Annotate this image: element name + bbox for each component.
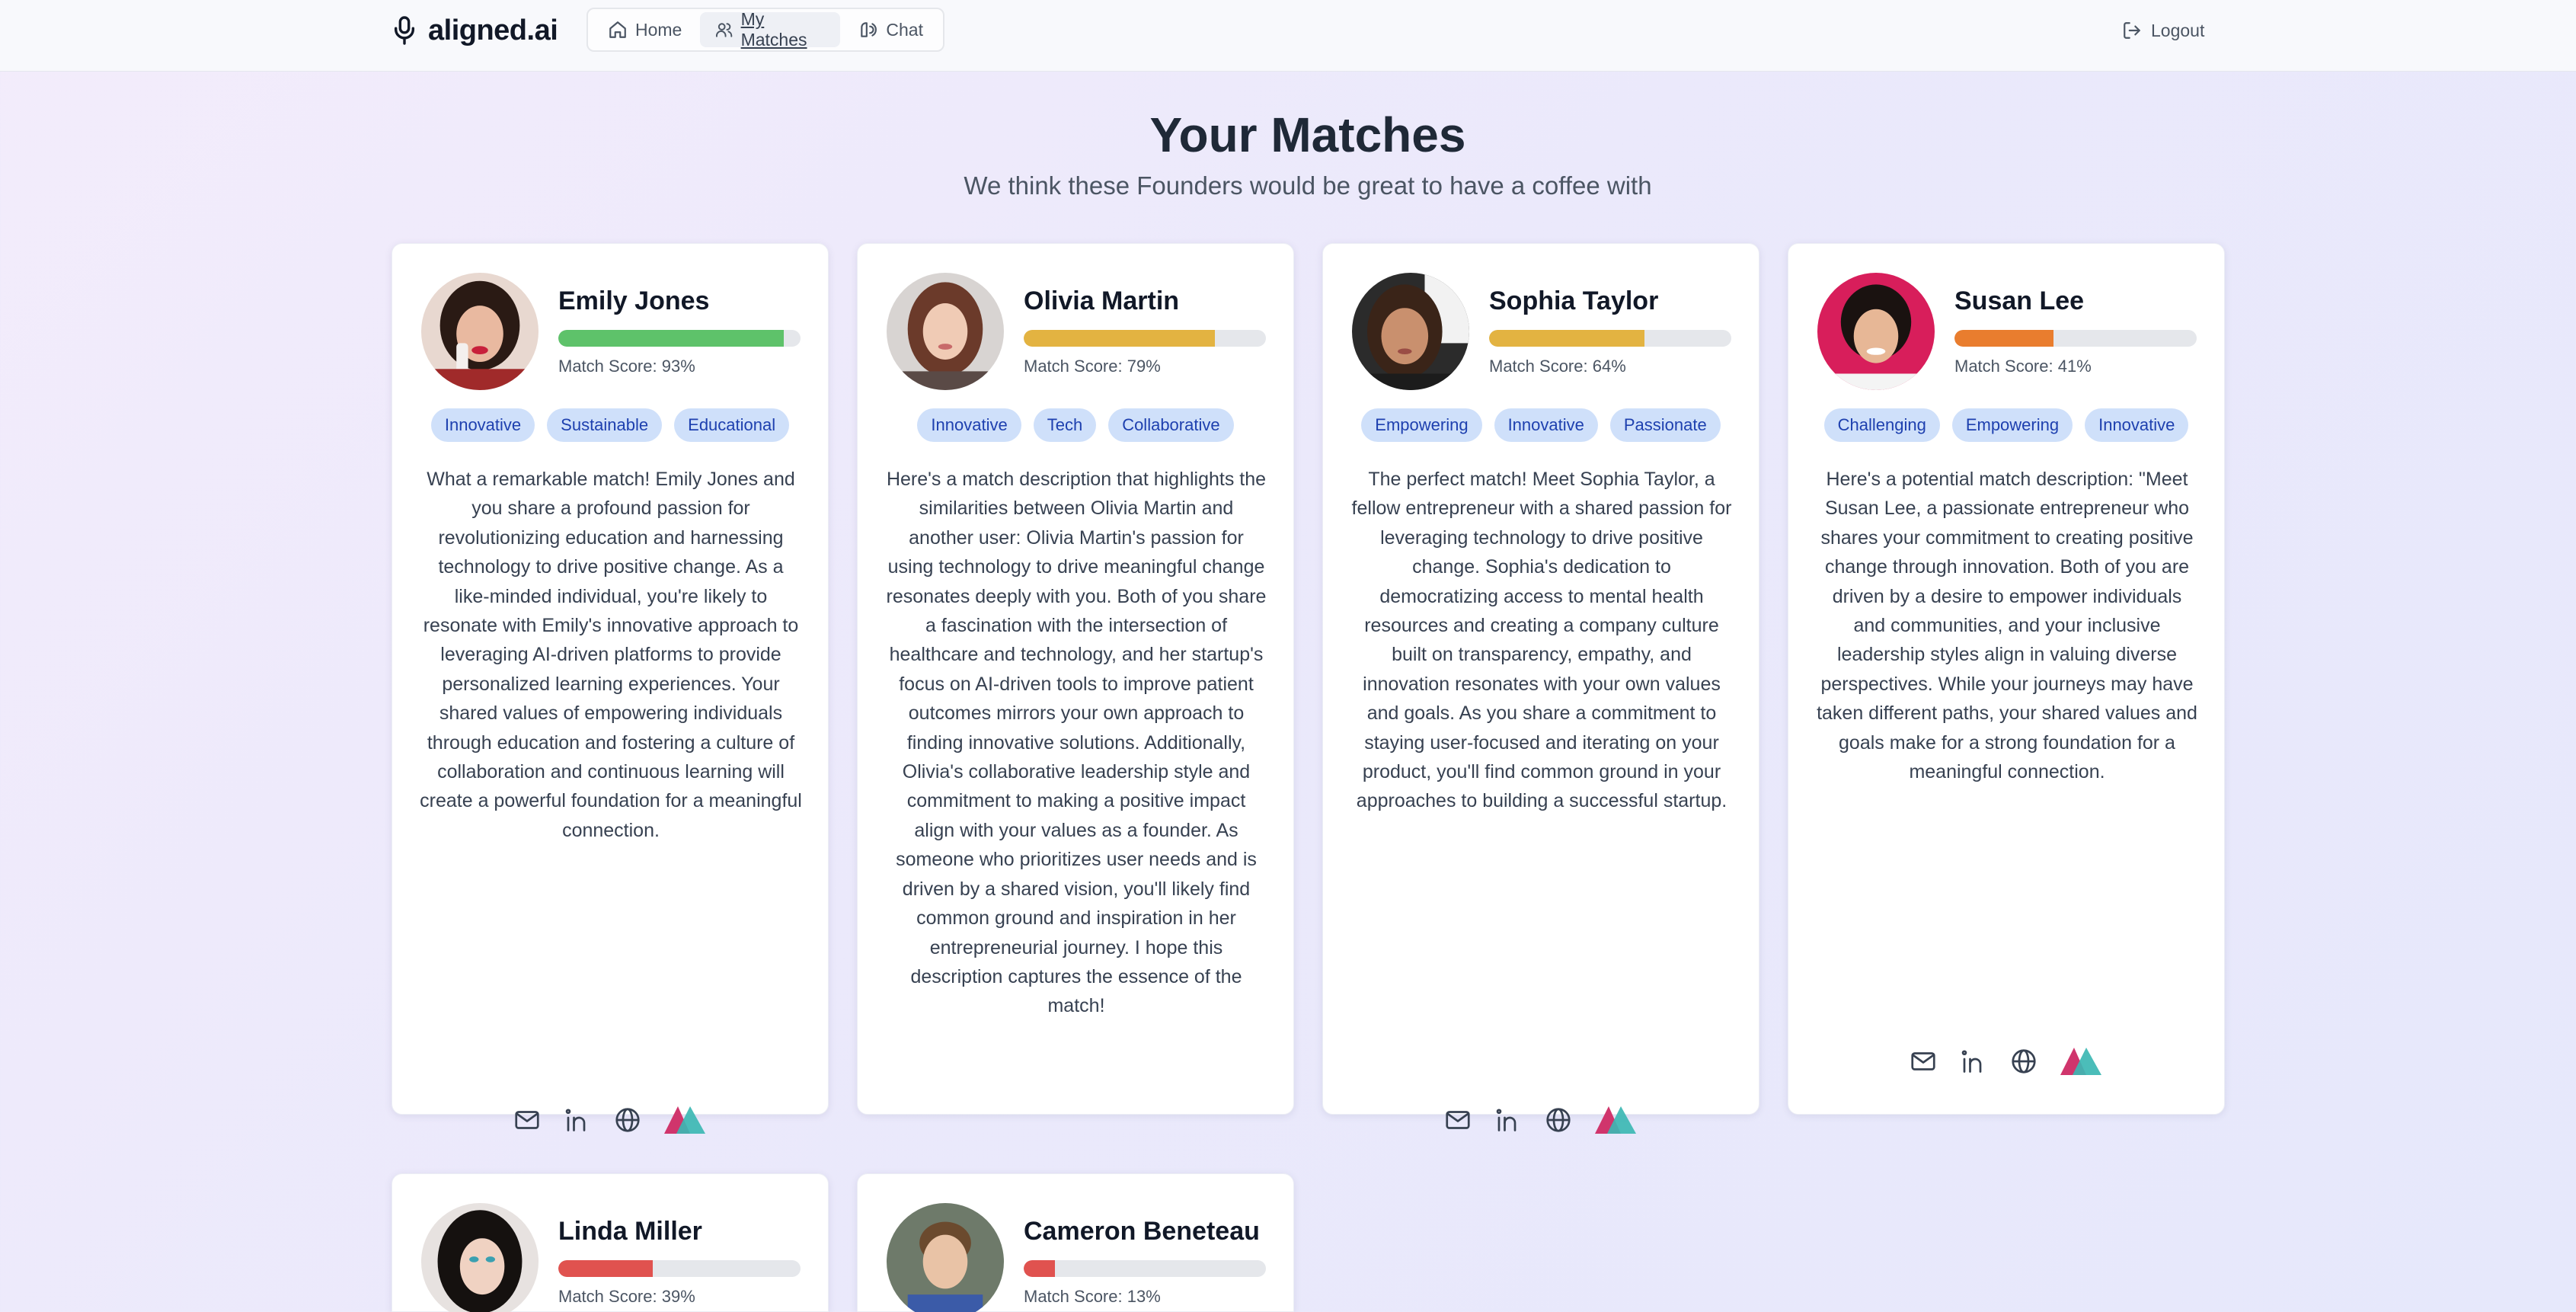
mail-icon[interactable] bbox=[513, 1106, 541, 1134]
match-card: Emily Jones Match Score: 93% Innovative … bbox=[392, 243, 829, 1134]
tag-list: Innovative Sustainable Educational bbox=[392, 408, 828, 442]
aligned-logo-icon[interactable] bbox=[2060, 1046, 2103, 1077]
match-card: Susan Lee Match Score: 41% Challenging E… bbox=[1788, 243, 2225, 1115]
avatar bbox=[421, 1203, 539, 1312]
tag: Empowering bbox=[1361, 408, 1482, 442]
match-score-label: Match Score: 39% bbox=[558, 1287, 695, 1306]
tag-list: Innovative Tech Collaborative bbox=[858, 408, 1293, 442]
top-navbar: aligned.ai Home My Matches Chat Logout bbox=[0, 0, 2576, 72]
tag: Challenging bbox=[1823, 408, 1940, 442]
match-score-label: Match Score: 41% bbox=[1954, 357, 2092, 376]
match-description: Here's a match description that highligh… bbox=[886, 469, 1267, 1017]
page-subtitle: We think these Founders would be great t… bbox=[964, 171, 1652, 200]
tag: Innovative bbox=[430, 408, 535, 442]
avatar bbox=[1817, 273, 1935, 390]
microphone-icon bbox=[394, 16, 415, 45]
tag: Empowering bbox=[1951, 408, 2073, 442]
tag: Passionate bbox=[1609, 408, 1721, 442]
match-name: Cameron Beneteau bbox=[1024, 1217, 1260, 1246]
avatar bbox=[1352, 273, 1469, 390]
avatar bbox=[887, 1203, 1004, 1312]
nav-my-matches[interactable]: My Matches bbox=[700, 9, 841, 50]
page-title: Your Matches bbox=[1149, 107, 1466, 162]
match-score-bar bbox=[558, 1260, 801, 1277]
match-score-label: Match Score: 93% bbox=[558, 357, 695, 376]
mail-icon[interactable] bbox=[1910, 1048, 1937, 1075]
tag-list: Empowering Innovative Passionate bbox=[1323, 408, 1759, 442]
logout-label: Logout bbox=[2151, 20, 2205, 40]
contact-links bbox=[1788, 1046, 2224, 1077]
brand[interactable]: aligned.ai bbox=[392, 12, 558, 49]
match-card: Cameron Beneteau Match Score: 13% bbox=[857, 1173, 1294, 1312]
match-name: Linda Miller bbox=[558, 1217, 702, 1246]
match-score-bar bbox=[1489, 330, 1731, 347]
match-description: Here's a potential match description: "M… bbox=[1817, 469, 2197, 783]
aligned-logo-icon[interactable] bbox=[1595, 1105, 1638, 1135]
match-score-bar-fill bbox=[1489, 330, 1644, 347]
linkedin-icon[interactable] bbox=[1494, 1106, 1522, 1134]
match-score-bar bbox=[1024, 1260, 1266, 1277]
home-icon bbox=[609, 21, 626, 38]
tag: Innovative bbox=[2085, 408, 2189, 442]
match-card: Linda Miller Match Score: 39% bbox=[392, 1173, 829, 1312]
contact-links bbox=[392, 1105, 828, 1135]
nav-home[interactable]: Home bbox=[593, 12, 697, 47]
tag: Tech bbox=[1033, 408, 1097, 442]
tag: Innovative bbox=[1494, 408, 1598, 442]
globe-icon[interactable] bbox=[2010, 1048, 2037, 1075]
contact-links bbox=[1323, 1105, 1759, 1135]
linkedin-icon[interactable] bbox=[1960, 1048, 1987, 1075]
match-score-bar-fill bbox=[1954, 330, 2054, 347]
tag: Innovative bbox=[917, 408, 1021, 442]
match-name: Olivia Martin bbox=[1024, 286, 1180, 315]
match-name: Susan Lee bbox=[1954, 286, 2085, 315]
match-description: The perfect match! Meet Sophia Taylor, a… bbox=[1351, 469, 1732, 812]
match-score-label: Match Score: 64% bbox=[1489, 357, 1626, 376]
nav-home-label: Home bbox=[635, 19, 682, 40]
match-score-bar bbox=[1954, 330, 2197, 347]
avatar bbox=[421, 273, 539, 390]
avatar bbox=[887, 273, 1004, 390]
tag: Collaborative bbox=[1108, 408, 1234, 442]
match-description: What a remarkable match! Emily Jones and… bbox=[420, 469, 802, 841]
brand-name: aligned.ai bbox=[428, 14, 558, 46]
match-score-bar-fill bbox=[558, 1260, 654, 1277]
match-card: Sophia Taylor Match Score: 64% Empowerin… bbox=[1322, 243, 1759, 1134]
logout-icon bbox=[2124, 22, 2140, 39]
nav-chat[interactable]: Chat bbox=[843, 12, 938, 47]
tag: Sustainable bbox=[547, 408, 663, 442]
match-score-bar-fill bbox=[1024, 1260, 1056, 1277]
match-score-bar bbox=[558, 330, 801, 347]
match-score-label: Match Score: 79% bbox=[1024, 357, 1161, 376]
aligned-logo-icon[interactable] bbox=[664, 1105, 707, 1135]
nav-my-matches-label: My Matches bbox=[740, 9, 807, 50]
globe-icon[interactable] bbox=[1545, 1106, 1572, 1134]
match-score-bar bbox=[1024, 330, 1266, 347]
match-name: Sophia Taylor bbox=[1489, 286, 1659, 315]
match-score-label: Match Score: 13% bbox=[1024, 1287, 1161, 1306]
main-nav: Home My Matches Chat bbox=[586, 8, 944, 52]
nav-chat-label: Chat bbox=[886, 19, 923, 40]
match-score-bar-fill bbox=[1024, 330, 1216, 347]
chat-icon bbox=[861, 22, 877, 37]
match-card: Olivia Martin Match Score: 79% Innovativ… bbox=[857, 243, 1294, 1310]
tag: Educational bbox=[674, 408, 790, 442]
globe-icon[interactable] bbox=[614, 1106, 641, 1134]
users-icon bbox=[716, 23, 733, 37]
tag-list: Challenging Empowering Innovative bbox=[1788, 408, 2224, 442]
match-score-bar-fill bbox=[558, 330, 784, 347]
linkedin-icon[interactable] bbox=[564, 1106, 591, 1134]
mail-icon[interactable] bbox=[1444, 1106, 1472, 1134]
logout-button[interactable]: Logout bbox=[2122, 15, 2204, 46]
match-name: Emily Jones bbox=[558, 286, 710, 315]
